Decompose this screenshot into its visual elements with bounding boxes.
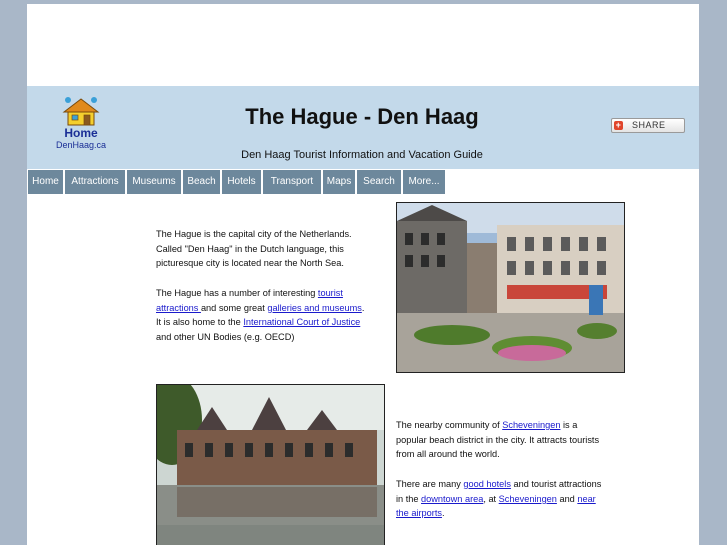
paragraph-text: in the <box>396 493 422 504</box>
paragraph-text: There are many <box>396 479 464 489</box>
hotels-paragraph: There are many good hotels and tourist a… <box>396 477 636 521</box>
city-square-photo <box>396 202 625 373</box>
plus-icon: + <box>614 120 623 130</box>
attractions-paragraph: The Hague has a number of interesting to… <box>156 286 391 345</box>
page-container: Home DenHaag.ca The Hague - Den Haag Den… <box>27 4 699 545</box>
paragraph-text: It is also home to the <box>156 317 244 328</box>
nav-item-hotels[interactable]: Hotels <box>222 170 262 194</box>
paragraph-text: The nearby community of <box>396 420 503 430</box>
home-logo-link[interactable]: Home DenHaag.ca <box>55 96 107 156</box>
paragraph-text: and <box>556 493 578 504</box>
house-icon <box>62 97 100 126</box>
galleries-museums-link[interactable]: galleries and museums <box>267 303 361 313</box>
paragraph-text: and some great <box>200 302 268 313</box>
nav-item-attractions[interactable]: Attractions <box>65 170 126 194</box>
paragraph-text: and other UN Bodies (e.g. OECD) <box>156 332 295 343</box>
page-title: The Hague - Den Haag <box>245 104 479 129</box>
paragraph-text: The Hague has a number of interesting <box>156 288 318 298</box>
nav-item-transport[interactable]: Transport <box>263 170 322 194</box>
scheveningen-link[interactable]: Scheveningen <box>502 420 560 430</box>
home-label[interactable]: Home <box>55 127 107 140</box>
tourist-attractions-link[interactable]: attractions <box>156 303 201 313</box>
near-airports-link[interactable]: near <box>577 494 595 504</box>
share-label: SHARE <box>632 120 666 130</box>
nav-item-beach[interactable]: Beach <box>183 170 221 194</box>
scheveningen-link[interactable]: Scheveningen <box>499 494 557 504</box>
nav-item-search[interactable]: Search <box>357 170 402 194</box>
paragraph-text: popular beach district in the city. It a… <box>396 434 600 445</box>
paragraph-text: is a <box>560 420 578 430</box>
intro-line: Called "Den Haag" in the Dutch language,… <box>156 243 344 254</box>
intro-paragraph: The Hague is the capital city of the Net… <box>156 227 386 271</box>
downtown-area-link[interactable]: downtown area <box>421 494 483 504</box>
paragraph-text: . <box>441 508 445 519</box>
paragraph-text: , at <box>483 493 499 504</box>
header-banner: Home DenHaag.ca The Hague - Den Haag Den… <box>27 86 699 169</box>
page-subtitle: Den Haag Tourist Information and Vacatio… <box>241 149 483 161</box>
nav-item-maps[interactable]: Maps <box>323 170 356 194</box>
beach-paragraph: The nearby community of Scheveningen is … <box>396 418 636 462</box>
tourist-attractions-link[interactable]: tourist <box>318 288 343 298</box>
good-hotels-link[interactable]: good hotels <box>463 479 511 489</box>
court-of-justice-link[interactable]: International Court of Justice <box>243 317 360 327</box>
near-airports-link[interactable]: the airports <box>396 508 442 518</box>
binnenhof-photo <box>156 384 385 545</box>
intro-line: picturesque city is located near the Nor… <box>156 258 344 269</box>
paragraph-text: . <box>361 302 365 313</box>
nav-item-home[interactable]: Home <box>28 170 64 194</box>
intro-line: The Hague is the capital city of the Net… <box>156 229 352 239</box>
paragraph-text: from all around the world. <box>396 449 500 460</box>
nav-item-more[interactable]: More... <box>403 170 446 194</box>
paragraph-text: and tourist attractions <box>510 479 602 489</box>
nav-item-museums[interactable]: Museums <box>127 170 182 194</box>
home-site-label[interactable]: DenHaag.ca <box>55 140 107 151</box>
share-button[interactable]: + SHARE <box>611 118 685 133</box>
